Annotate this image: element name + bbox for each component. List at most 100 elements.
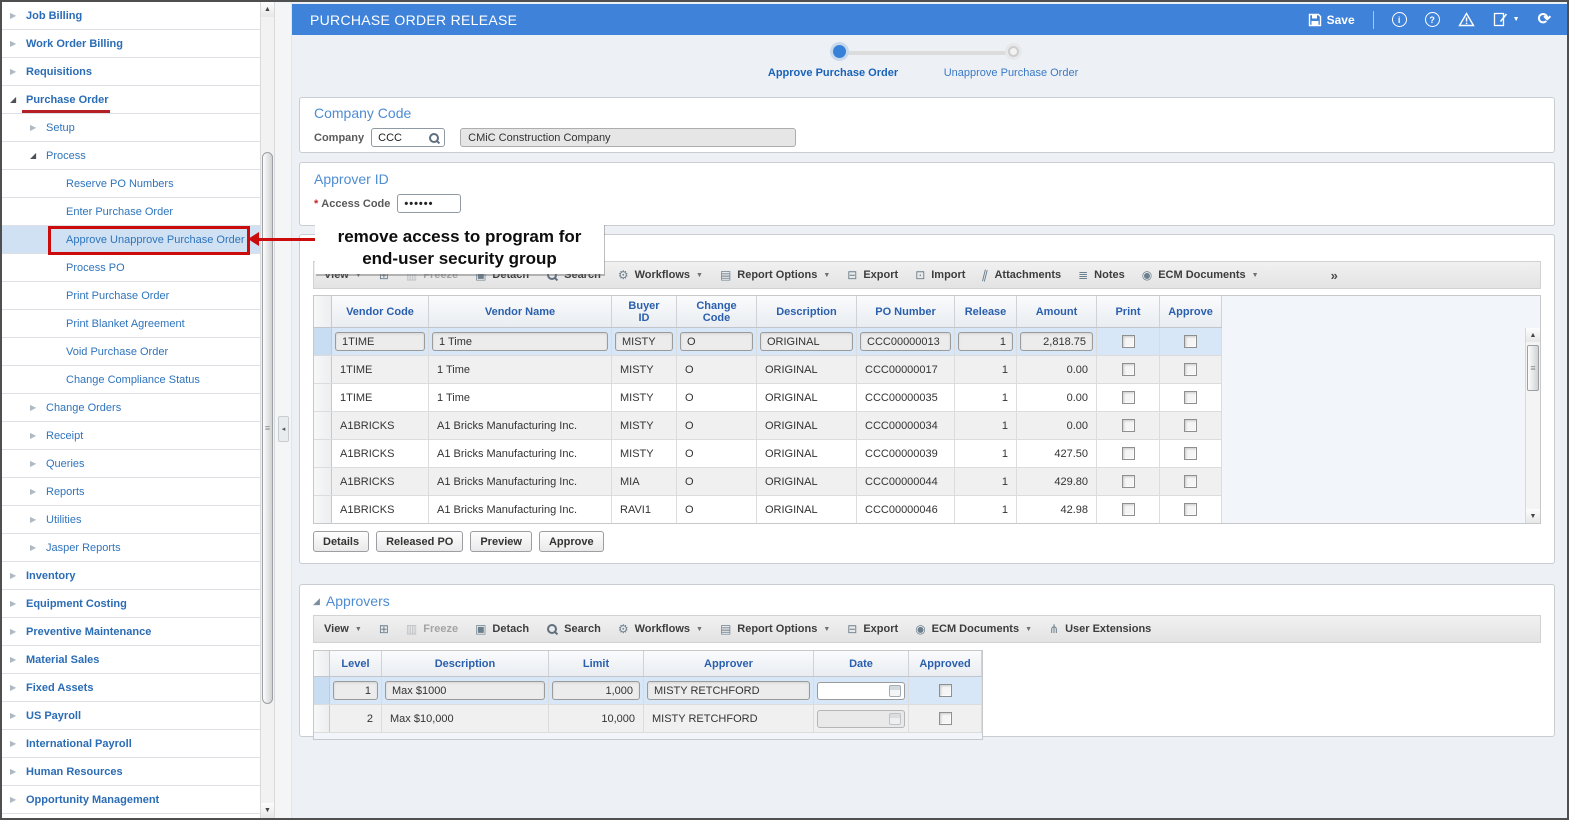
expand-arrow-icon[interactable]: ▶ [10,67,26,76]
preview-button[interactable]: Preview [470,531,532,552]
column-header-approve[interactable]: Approve [1160,296,1222,327]
column-header-level[interactable]: Level [330,651,382,676]
column-header-amount[interactable]: Amount [1017,296,1097,327]
column-header-release[interactable]: Release [955,296,1017,327]
sidebar-item-print-blanket-agreement[interactable]: Print Blanket Agreement [2,310,260,338]
expand-arrow-icon[interactable]: ▶ [10,683,26,692]
scroll-up-arrow-icon[interactable]: ▲ [261,2,274,17]
calendar-icon[interactable] [889,684,901,697]
search-icon[interactable] [428,132,440,144]
released-po-button[interactable]: Released PO [376,531,464,552]
sidebar-item-jasper-reports[interactable]: ▶ Jasper Reports [2,534,260,562]
po-grid-scrollbar-thumb[interactable]: ≡ [1527,345,1539,391]
view-button[interactable]: View ▼ [324,269,362,281]
expand-arrow-icon[interactable]: ▶ [30,459,46,468]
date-input[interactable] [817,709,905,728]
attachments-button[interactable]: ∥ Attachments [981,267,1061,282]
change_code-input[interactable]: O [680,332,753,351]
warning-button[interactable] [1457,12,1475,27]
print-checkbox[interactable] [1121,363,1135,376]
step-approve-label[interactable]: Approve Purchase Order [743,67,923,79]
column-header-change-code[interactable]: Change Code [677,296,757,327]
sidebar-item-human-resources[interactable]: ▶ Human Resources [2,758,260,786]
approver-input[interactable]: MISTY RETCHFORD [647,681,810,700]
expand-arrow-icon[interactable]: ▶ [30,431,46,440]
search-button[interactable]: Search [546,623,601,635]
sidebar-item-change-compliance-status[interactable]: Change Compliance Status [2,366,260,394]
column-header-limit[interactable]: Limit [549,651,644,676]
print-checkbox[interactable] [1121,475,1135,488]
table-row[interactable]: A1BRICKS A1 Bricks Manufacturing Inc. MIST… [314,412,1222,440]
po-grid-scrollbar[interactable]: ▲ ≡ ▼ [1525,328,1540,523]
export-button[interactable]: ⊟ Export [847,623,898,635]
sidebar-item-receipt[interactable]: ▶ Receipt [2,422,260,450]
expand-arrow-icon[interactable]: ▶ [30,403,46,412]
description-input[interactable]: ORIGINAL [760,332,853,351]
level-input[interactable]: 1 [333,681,378,700]
row-header-cell[interactable] [314,496,332,523]
splitter-collapse-icon[interactable]: ◂ [278,416,289,442]
sidebar-item-enter-purchase-order[interactable]: Enter Purchase Order [2,198,260,226]
table-row[interactable]: 2 Max $10,000 10,000 MISTY RETCHFORD [314,705,982,733]
info-button[interactable]: i [1391,12,1407,27]
sidebar-item-print-purchase-order[interactable]: Print Purchase Order [2,282,260,310]
scroll-up-arrow-icon[interactable]: ▲ [1526,328,1540,342]
po_number-input[interactable]: CCC00000013 [860,332,951,351]
import-button[interactable]: ⊡ Import [915,269,965,281]
step-approve-circle[interactable] [833,45,846,58]
scroll-down-arrow-icon[interactable]: ▼ [261,803,274,818]
expand-arrow-icon[interactable]: ▶ [10,39,26,48]
approve-checkbox[interactable] [1184,503,1197,516]
vendor_code-input[interactable]: 1TIME [335,332,425,351]
description-input[interactable]: Max $1000 [385,681,545,700]
details-button[interactable]: Details [313,531,370,552]
row-header-cell[interactable] [314,705,330,732]
column-header-vendor-code[interactable]: Vendor Code [332,296,429,327]
notes-button[interactable]: ≣ Notes [1078,269,1125,281]
approve-checkbox[interactable] [1184,419,1197,432]
qbe-button[interactable]: ⊞ [379,623,389,635]
approve-checkbox[interactable] [1184,363,1197,376]
approve-checkbox[interactable] [1184,335,1197,348]
sidebar-item-us-payroll[interactable]: ▶ US Payroll [2,702,260,730]
expand-arrow-icon[interactable]: ▶ [30,487,46,496]
approved-checkbox[interactable] [938,684,952,697]
collapse-arrow-icon[interactable]: ◢ [30,151,46,160]
print-checkbox[interactable] [1121,447,1135,460]
sidebar-item-reports[interactable]: ▶ Reports [2,478,260,506]
ecm-documents-button[interactable]: ◉ ECM Documents ▼ [1142,269,1259,281]
sidebar-item-approve-unapprove-purchase-order[interactable]: Approve Unapprove Purchase Order [2,226,260,254]
sidebar-item-preventive-maintenance[interactable]: ▶ Preventive Maintenance [2,618,260,646]
expand-arrow-icon[interactable]: ▶ [10,767,26,776]
table-row[interactable]: A1BRICKS A1 Bricks Manufacturing Inc. MIA O… [314,468,1222,496]
row-header-cell[interactable] [314,468,332,495]
workflows-button[interactable]: ⚙ Workflows ▼ [618,269,703,281]
row-header-cell[interactable] [314,677,330,704]
step-unapprove-circle[interactable] [1008,46,1019,57]
amount-input[interactable]: 2,818.75 [1020,332,1093,351]
sidebar-item-setup[interactable]: ▶ Setup [2,114,260,142]
row-header-cell[interactable] [314,440,332,467]
sidebar-item-process-po[interactable]: Process PO [2,254,260,282]
help-button[interactable]: ? [1424,12,1440,27]
expand-arrow-icon[interactable]: ▶ [10,739,26,748]
column-header-buyer-id[interactable]: Buyer ID [612,296,677,327]
sidebar-item-process[interactable]: ◢ Process [2,142,260,170]
table-row[interactable]: A1BRICKS A1 Bricks Manufacturing Inc. MIST… [314,440,1222,468]
collapse-arrow-icon[interactable]: ◢ [10,95,26,104]
search-button[interactable]: Search [546,269,601,281]
section-expand-icon[interactable]: ◢ [313,596,320,607]
save-button[interactable]: Save [1308,13,1355,27]
sidebar-item-material-sales[interactable]: ▶ Material Sales [2,646,260,674]
user-extensions-button[interactable]: ⋔ User Extensions [1049,623,1151,635]
expand-arrow-icon[interactable]: ▶ [10,655,26,664]
freeze-button[interactable]: ▥ Freeze [406,269,458,281]
approved-checkbox[interactable] [938,712,952,725]
detach-button[interactable]: ▣ Detach [475,623,529,635]
sidebar-item-international-payroll[interactable]: ▶ International Payroll [2,730,260,758]
refresh-button[interactable]: ⟳ [1538,11,1551,27]
approve-checkbox[interactable] [1184,475,1197,488]
sidebar-item-opportunity-management[interactable]: ▶ Opportunity Management [2,786,260,814]
ecm-documents-button[interactable]: ◉ ECM Documents ▼ [915,623,1032,635]
column-header-vendor-name[interactable]: Vendor Name [429,296,612,327]
